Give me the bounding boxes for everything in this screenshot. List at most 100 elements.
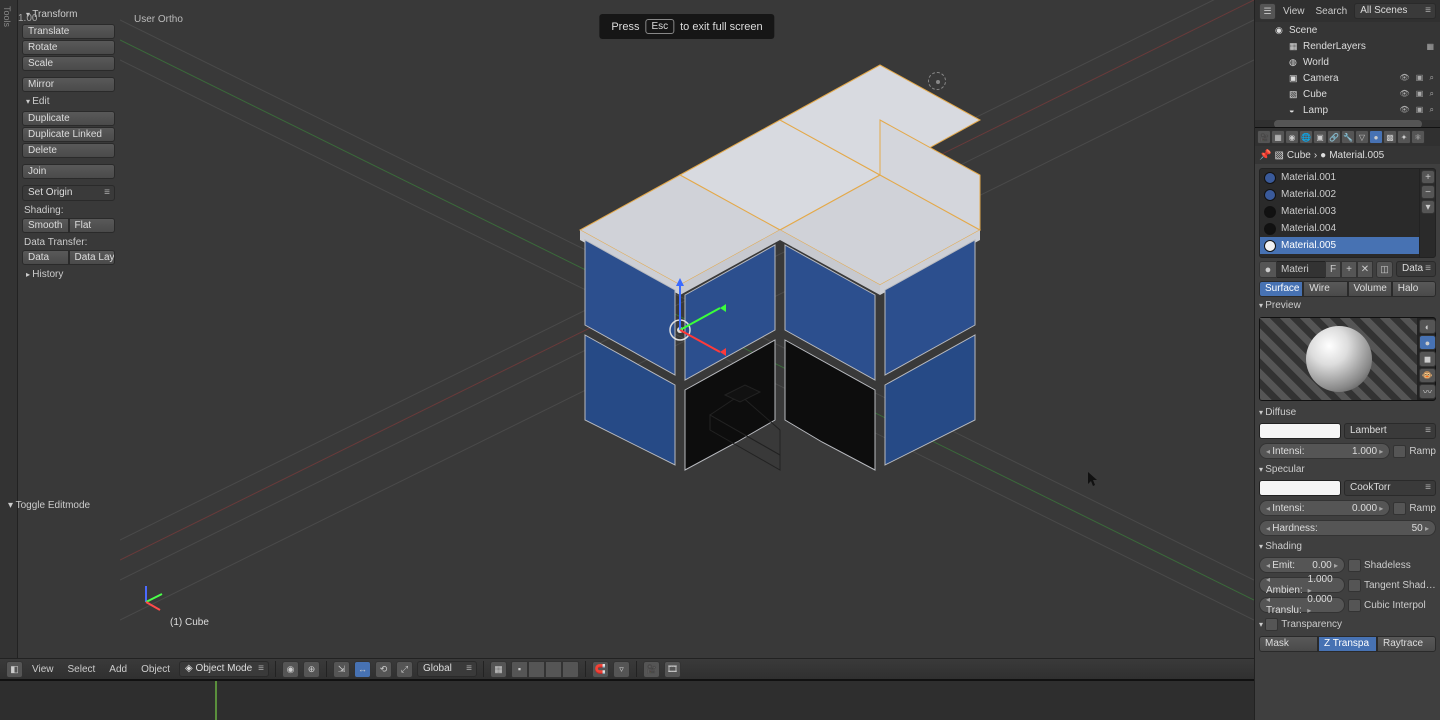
- menu-view[interactable]: View: [27, 664, 59, 675]
- tab-material-icon[interactable]: ●: [1369, 130, 1383, 144]
- type-halo[interactable]: Halo: [1392, 281, 1436, 297]
- link-dropdown[interactable]: Data: [1396, 261, 1436, 277]
- preview-cube-icon[interactable]: ◼: [1419, 351, 1436, 366]
- layer-2[interactable]: [528, 661, 545, 678]
- transp-raytrace[interactable]: Raytrace: [1377, 636, 1436, 652]
- cubic-check[interactable]: [1348, 599, 1361, 612]
- tab-constraints-icon[interactable]: 🔗: [1327, 130, 1341, 144]
- type-volume[interactable]: Volume: [1348, 281, 1392, 297]
- specular-color[interactable]: [1259, 480, 1341, 496]
- material-slot-material-005[interactable]: Material.005: [1260, 237, 1419, 254]
- shade-smooth-button[interactable]: Smooth: [22, 218, 69, 233]
- render-icon[interactable]: 🎥: [643, 661, 660, 678]
- snap-icon[interactable]: 🧲: [592, 661, 609, 678]
- material-slot-material-001[interactable]: Material.001: [1260, 169, 1419, 186]
- diffuse-color[interactable]: [1259, 423, 1341, 439]
- timeline[interactable]: [0, 680, 1440, 720]
- shading-mode-icon[interactable]: ◉: [282, 661, 299, 678]
- emit-field[interactable]: Emit:0.00: [1259, 557, 1345, 573]
- tab-modifiers-icon[interactable]: 🔧: [1341, 130, 1355, 144]
- material-name-field[interactable]: Materi: [1277, 261, 1325, 278]
- outliner-menu-view[interactable]: View: [1279, 6, 1309, 17]
- editor-type-icon[interactable]: ◧: [6, 661, 23, 678]
- material-slot-material-003[interactable]: Material.003: [1260, 203, 1419, 220]
- delete-button[interactable]: Delete: [22, 143, 115, 158]
- slot-menu-icon[interactable]: ▾: [1421, 200, 1435, 214]
- join-button[interactable]: Join: [22, 164, 115, 179]
- mirror-button[interactable]: Mirror: [22, 77, 115, 92]
- material-browse-icon[interactable]: ●: [1259, 261, 1277, 278]
- transp-z[interactable]: Z Transpa: [1318, 636, 1377, 652]
- layer-4[interactable]: [562, 661, 579, 678]
- panel-history[interactable]: History: [22, 266, 115, 283]
- pin-icon[interactable]: 📌: [1259, 150, 1271, 161]
- tab-particles-icon[interactable]: ✦: [1397, 130, 1411, 144]
- preview-flat-icon[interactable]: ◐: [1419, 319, 1436, 334]
- scale-button[interactable]: Scale: [22, 56, 115, 71]
- tab-texture-icon[interactable]: ▩: [1383, 130, 1397, 144]
- outliner-item-cube[interactable]: ▧Cube👁 ▣ ⌕: [1255, 86, 1440, 102]
- outliner-item-renderlayers[interactable]: ▦RenderLayers▦: [1255, 38, 1440, 54]
- tab-physics-icon[interactable]: ⚛: [1411, 130, 1425, 144]
- tab-world-icon[interactable]: 🌐: [1299, 130, 1313, 144]
- preview-hair-icon[interactable]: 〰: [1419, 384, 1436, 399]
- context-object[interactable]: Cube: [1287, 150, 1311, 161]
- region-tabs[interactable]: Tools: [0, 0, 18, 660]
- outliner-filter-dropdown[interactable]: All Scenes: [1354, 3, 1436, 19]
- layer-1[interactable]: ▪: [511, 661, 528, 678]
- rotate-button[interactable]: Rotate: [22, 40, 115, 55]
- panel-specular[interactable]: Specular: [1255, 461, 1440, 478]
- transp-mask[interactable]: Mask: [1259, 636, 1318, 652]
- data-layout-button[interactable]: Data Layo: [69, 250, 116, 265]
- tangent-check[interactable]: [1348, 579, 1361, 592]
- tab-layers-icon[interactable]: ▦: [1271, 130, 1285, 144]
- duplicate-linked-button[interactable]: Duplicate Linked: [22, 127, 115, 142]
- outliner-scrollbar[interactable]: [1255, 120, 1440, 128]
- panel-transparency[interactable]: Transparency: [1255, 615, 1440, 634]
- manipulator-toggle-icon[interactable]: ⇲: [333, 661, 350, 678]
- outliner-item-scene[interactable]: ◉Scene: [1255, 22, 1440, 38]
- specular-shader-dropdown[interactable]: CookTorr: [1344, 480, 1436, 496]
- unlink-material-button[interactable]: ✕: [1357, 261, 1373, 278]
- panel-preview[interactable]: Preview: [1255, 297, 1440, 314]
- timeline-track[interactable]: [0, 681, 1440, 720]
- outliner-item-world[interactable]: ◍World: [1255, 54, 1440, 70]
- slot-remove-icon[interactable]: −: [1421, 185, 1435, 199]
- transparency-enable-check[interactable]: [1265, 618, 1278, 631]
- outliner-item-camera[interactable]: ▣Camera👁 ▣ ⌕: [1255, 70, 1440, 86]
- type-wire[interactable]: Wire: [1303, 281, 1347, 297]
- viewport-3d[interactable]: User Ortho 1.00 Press Esc to exit full s…: [120, 0, 1254, 658]
- type-surface[interactable]: Surface: [1259, 281, 1303, 297]
- rotate-gizmo-icon[interactable]: ⟲: [375, 661, 392, 678]
- tab-data-icon[interactable]: ▽: [1355, 130, 1369, 144]
- set-origin-dropdown[interactable]: Set Origin: [22, 185, 115, 201]
- nodes-toggle-icon[interactable]: ◫: [1376, 261, 1393, 278]
- menu-object[interactable]: Object: [136, 664, 175, 675]
- tab-tools[interactable]: Tools: [0, 0, 14, 33]
- translate-button[interactable]: Translate: [22, 24, 115, 39]
- outliner-item-lamp[interactable]: ◒Lamp👁 ▣ ⌕: [1255, 102, 1440, 118]
- layers-icon[interactable]: ▦: [490, 661, 507, 678]
- diffuse-ramp-check[interactable]: [1393, 445, 1406, 458]
- tab-render-icon[interactable]: 🎥: [1257, 130, 1271, 144]
- context-material[interactable]: Material.005: [1329, 150, 1384, 161]
- translucency-field[interactable]: Translu:0.000: [1259, 597, 1345, 613]
- outliner-editor-icon[interactable]: ☰: [1259, 3, 1276, 20]
- preview-monkey-icon[interactable]: 🐵: [1419, 368, 1436, 383]
- pivot-icon[interactable]: ⊕: [303, 661, 320, 678]
- duplicate-button[interactable]: Duplicate: [22, 111, 115, 126]
- cube-mesh[interactable]: [120, 0, 1254, 658]
- panel-edit[interactable]: Edit: [22, 93, 115, 110]
- menu-select[interactable]: Select: [63, 664, 101, 675]
- scale-gizmo-icon[interactable]: ⤢: [396, 661, 413, 678]
- material-slot-material-004[interactable]: Material.004: [1260, 220, 1419, 237]
- outliner-menu-search[interactable]: Search: [1312, 6, 1352, 17]
- shadeless-check[interactable]: [1348, 559, 1361, 572]
- layer-3[interactable]: [545, 661, 562, 678]
- diffuse-shader-dropdown[interactable]: Lambert: [1344, 423, 1436, 439]
- orientation-dropdown[interactable]: Global: [417, 661, 477, 677]
- diffuse-intensity[interactable]: Intensi:1.000: [1259, 443, 1390, 459]
- new-material-button[interactable]: +: [1341, 261, 1357, 278]
- translate-gizmo-icon[interactable]: ↔: [354, 661, 371, 678]
- material-slot-material-002[interactable]: Material.002: [1260, 186, 1419, 203]
